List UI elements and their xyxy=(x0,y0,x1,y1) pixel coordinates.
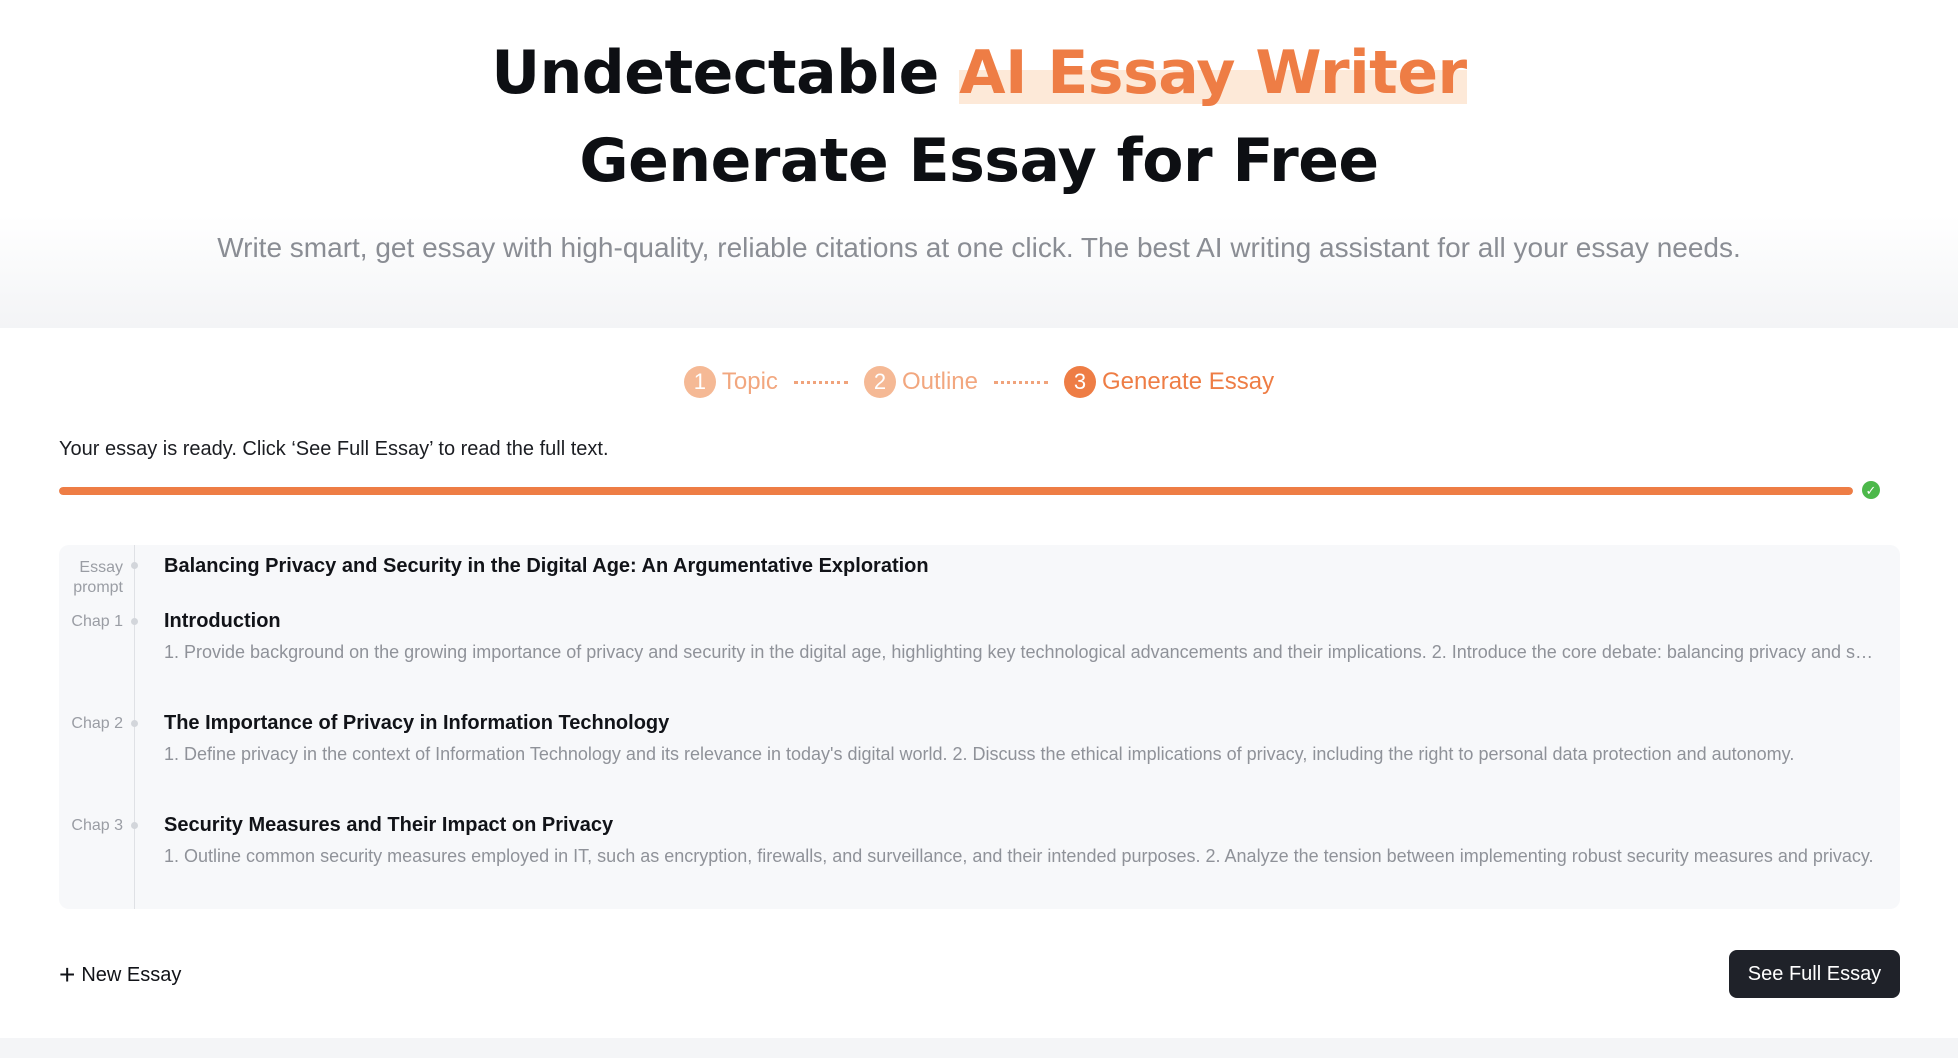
timeline-dot xyxy=(131,720,138,727)
chapter-label: Chap 3 xyxy=(71,817,123,834)
step-connector xyxy=(993,380,1048,384)
new-essay-label: New Essay xyxy=(81,963,182,986)
timeline-dot xyxy=(131,618,138,625)
new-essay-button[interactable]: + New Essay xyxy=(59,961,181,989)
step-label: Topic xyxy=(721,368,778,395)
timeline-line xyxy=(134,545,135,909)
step-number: 3 xyxy=(1063,366,1096,398)
stepper: 1 Topic 2 Outline 3 Generate Essay xyxy=(0,366,1958,398)
progress-bar xyxy=(59,487,1853,495)
check-circle-icon: ✓ xyxy=(1862,481,1880,499)
footer-band xyxy=(0,1038,1958,1058)
page-title: Undetectable AI Essay Writer xyxy=(0,38,1958,108)
page-subtitle: Write smart, get essay with high-quality… xyxy=(217,232,1741,263)
essay-prompt-label: Essay prompt xyxy=(73,559,123,596)
timeline-dot xyxy=(131,562,138,569)
step-number: 2 xyxy=(863,366,896,398)
progress-fill xyxy=(59,487,1853,495)
outline-card: Essay prompt Balancing Privacy and Secur… xyxy=(59,545,1900,909)
chapter-label: Chap 1 xyxy=(71,613,123,630)
step-generate-essay[interactable]: 3 Generate Essay xyxy=(1063,366,1275,398)
chapter-title: Introduction xyxy=(164,610,281,632)
step-topic[interactable]: 1 Topic xyxy=(683,366,778,398)
essay-prompt: Balancing Privacy and Security in the Di… xyxy=(164,555,929,577)
chapter-description: 1. Outline common security measures empl… xyxy=(164,846,1874,866)
step-outline[interactable]: 2 Outline xyxy=(863,366,978,398)
timeline-dot xyxy=(131,822,138,829)
chapter-title: Security Measures and Their Impact on Pr… xyxy=(164,814,614,836)
title-highlight: AI Essay Writer xyxy=(959,38,1467,108)
hero-section: Undetectable AI Essay Writer Generate Es… xyxy=(0,0,1958,328)
step-number: 1 xyxy=(683,366,716,398)
chapter-label: Chap 2 xyxy=(71,715,123,732)
status-message: Your essay is ready. Click ‘See Full Ess… xyxy=(59,438,609,460)
plus-icon: + xyxy=(59,959,76,990)
chapter-title: The Importance of Privacy in Information… xyxy=(164,712,670,734)
page-title-line2: Generate Essay for Free xyxy=(579,126,1379,196)
step-connector xyxy=(793,380,848,384)
step-label: Generate Essay xyxy=(1101,368,1275,395)
title-prefix: Undetectable xyxy=(491,38,960,108)
chapter-description: 1. Provide background on the growing imp… xyxy=(164,642,1882,662)
chapter-description: 1. Define privacy in the context of Info… xyxy=(164,744,1795,764)
see-full-essay-button[interactable]: See Full Essay xyxy=(1729,950,1900,998)
step-label: Outline xyxy=(901,368,978,395)
